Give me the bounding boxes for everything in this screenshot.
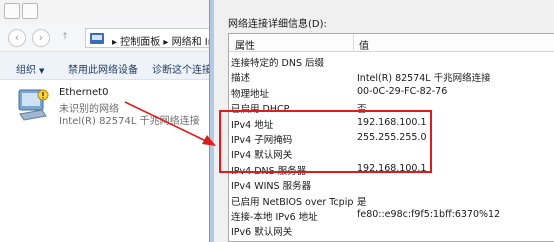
details-label: 网络连接详细信息(D): (228, 19, 327, 30)
list-item[interactable]: 连接-本地 IPv6 地址 fe80::e98c:f9f5:1bff:6370%1… (229, 207, 554, 223)
up-icon[interactable]: ↑ (56, 29, 74, 47)
organize-button[interactable]: 组织 ▼ (16, 61, 44, 76)
forward-icon[interactable]: › (32, 29, 50, 47)
disable-device-button[interactable]: 禁用此网络设备 (68, 61, 138, 76)
property-cell: IPv6 默认网关 (231, 227, 293, 239)
restore-icon[interactable] (22, 3, 38, 19)
adapter-device: Intel(R) 82574L 千兆网络连接 (59, 116, 200, 127)
breadcrumb-network[interactable]: 网络和 In (172, 37, 214, 48)
column-header-property[interactable]: 属性 (235, 37, 255, 52)
property-cell: 已启用 NetBIOS over Tcpip (231, 196, 354, 208)
list-header: 属性 值 (229, 34, 554, 52)
adapter-name: Ethernet0 (59, 87, 109, 98)
list-item[interactable]: 连接特定的 DNS 后缀 (229, 53, 554, 69)
dialog-frame (210, 0, 214, 242)
address-bar[interactable]: ▸ 控制面板 ▸ 网络和 In (85, 28, 225, 48)
diagnose-connection-button[interactable]: 诊断这个连接 (152, 61, 212, 76)
minimize-icon[interactable] (4, 3, 20, 19)
property-cell: 连接-本地 IPv6 地址 (231, 211, 318, 223)
breadcrumb-control-panel[interactable]: 控制面板 (120, 37, 160, 48)
adapter-item-ethernet0[interactable]: Ethernet0 未识别的网络 Intel(R) 82574L 千兆网络连接 (12, 84, 222, 130)
property-cell: 描述 (231, 73, 251, 85)
property-cell: IPv4 WINS 服务器 (231, 181, 312, 193)
list-item[interactable]: 描述 Intel(R) 82574L 千兆网络连接 (229, 68, 554, 85)
list-item[interactable]: IPv4 WINS 服务器 (229, 176, 554, 193)
breadcrumb-separator: ▸ (160, 37, 172, 48)
control-panel-icon (90, 33, 104, 44)
value-cell: 00-0C-29-FC-82-76 (357, 85, 448, 97)
back-icon[interactable]: ‹ (8, 29, 26, 47)
breadcrumb: ▸ 控制面板 ▸ 网络和 In (112, 33, 214, 48)
value-cell: Intel(R) 82574L 千兆网络连接 (357, 73, 491, 85)
property-cell: 物理地址 (231, 88, 270, 100)
column-divider[interactable] (353, 34, 354, 52)
column-header-value[interactable]: 值 (359, 37, 369, 52)
network-adapter-icon (18, 89, 49, 121)
organize-label: 组织 (16, 65, 36, 76)
list-item[interactable]: IPv6 默认网关 (229, 222, 554, 239)
list-item[interactable]: 物理地址 00-0C-29-FC-82-76 (229, 84, 554, 100)
list-item[interactable]: 已启用 NetBIOS over Tcpip 是 (229, 192, 554, 208)
chevron-down-icon: ▼ (39, 67, 45, 75)
ipv4-highlight-box (219, 110, 432, 173)
breadcrumb-separator: ▸ (112, 37, 121, 48)
value-cell: 是 (357, 196, 367, 208)
value-cell: fe80::e98c:f9f5:1bff:6370%12 (357, 208, 501, 220)
property-cell: 连接特定的 DNS 后缀 (231, 58, 324, 69)
list-item[interactable]: IPv6 DNS 服务器 (229, 238, 554, 241)
